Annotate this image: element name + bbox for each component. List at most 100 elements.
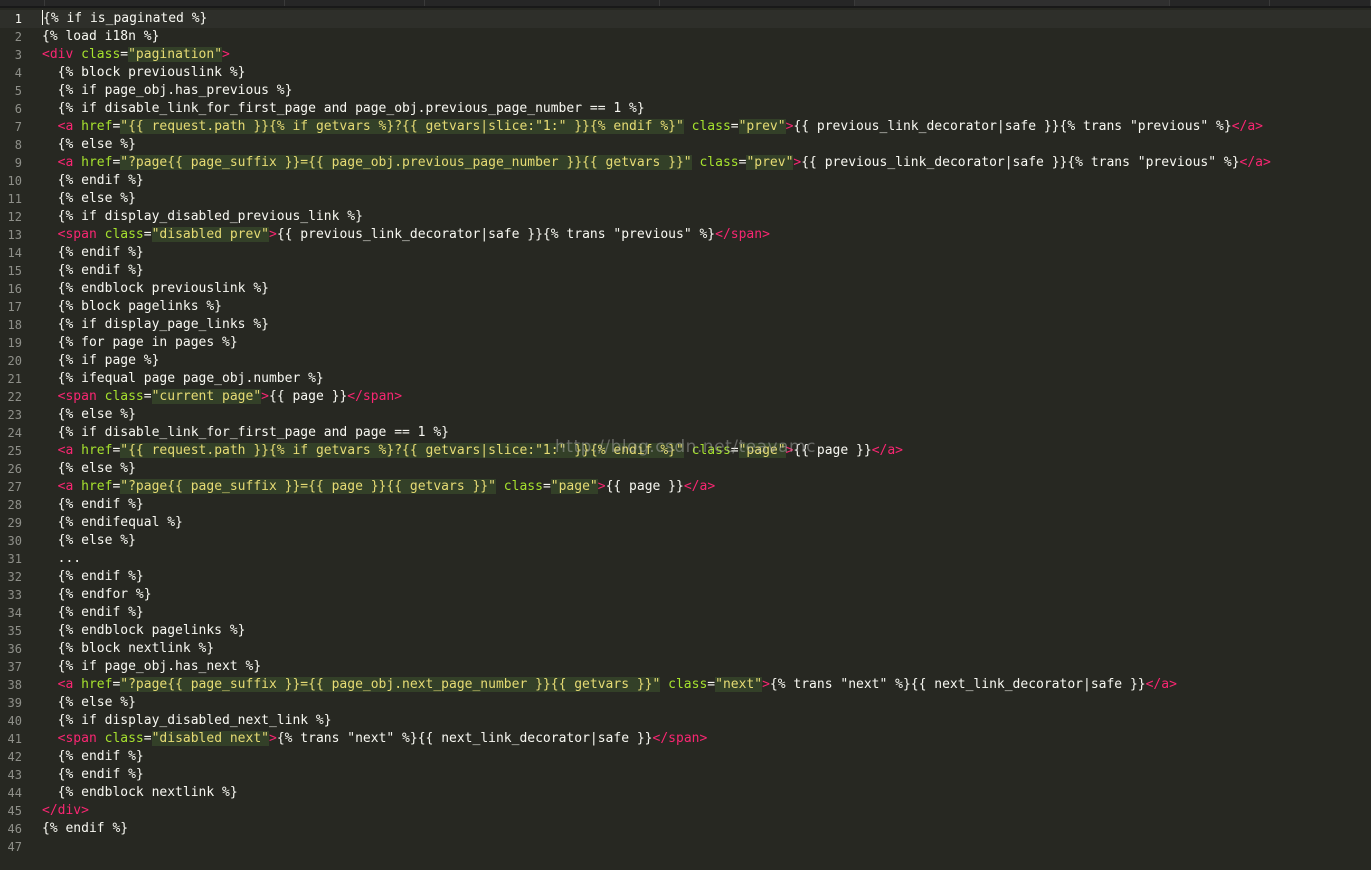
code-line[interactable]: 3 <div class="pagination"> (0, 46, 1371, 64)
code-line[interactable]: 9 <a href="?page{{ page_suffix }}={{ pag… (0, 154, 1371, 172)
code-content: {% if disable_link_for_first_page and pa… (42, 424, 449, 442)
code-line[interactable]: 30 {% else %} (0, 532, 1371, 550)
line-number: 33 (7, 588, 22, 602)
code-content: <a href = "{{ request.path }}{% if getvars… (42, 442, 903, 460)
code-line[interactable]: 37 {% if page_obj.has_next %} (0, 658, 1371, 676)
code-line[interactable]: 38 <a href = "?page{{ page_suffix }}={{ pa… (0, 676, 1371, 694)
html-tag-token: > (762, 677, 770, 692)
html-tag-token: </a> (1145, 677, 1177, 692)
string-token: "?page{{ page_suffix }}={{ page_obj.prev… (120, 155, 692, 170)
code-line[interactable]: 13 <span class="disabled prev">{{ previo… (0, 226, 1371, 244)
code-text: {% else %} (42, 533, 136, 548)
code-text: {% endif %} (42, 263, 144, 278)
code-content: <span class="disabled next">{% trans "ne… (42, 730, 707, 748)
code-line[interactable]: 44 {% endblock nextlink %} (0, 784, 1371, 802)
code-line[interactable]: 22 <span class="current page">{{ page }}… (0, 388, 1371, 406)
code-line[interactable]: 26 {% else %} (0, 460, 1371, 478)
code-line[interactable]: 4 {% block previouslink %} (0, 64, 1371, 82)
code-text: {% endfor %} (42, 587, 152, 602)
string-token: "next" (715, 677, 763, 692)
code-content: <a href = "?page{{ page_suffix }}={{ page … (42, 478, 715, 496)
string-token: "{{ request.path }}{% if getvars %}?{{ g… (120, 443, 684, 458)
line-number: 28 (7, 498, 22, 512)
code-text: {% endif %} (42, 605, 144, 620)
code-line[interactable]: 1 {% if is_paginated %} (0, 10, 1371, 28)
code-line[interactable]: 21 {% ifequal page page_obj.number %} (0, 370, 1371, 388)
code-line[interactable]: 11 {% else %} (0, 190, 1371, 208)
html-tag-token: <span (57, 731, 97, 746)
code-line[interactable]: 15 {% endif %} (0, 262, 1371, 280)
tab-active[interactable] (855, 0, 1170, 6)
code-line[interactable]: 33 {% endfor %} (0, 586, 1371, 604)
code-editor[interactable]: 1 {% if is_paginated %} 2 {% load i18n %} 3 <… (0, 10, 1371, 870)
string-token: "page" (550, 479, 598, 494)
code-line[interactable]: 17 {% block pagelinks %} (0, 298, 1371, 316)
code-text: = (143, 389, 152, 404)
code-line[interactable]: 23 {% else %} (0, 406, 1371, 424)
line-number: 25 (7, 444, 22, 458)
code-line[interactable]: 8 {% else %} (0, 136, 1371, 154)
code-line[interactable]: 46 {% endif %} (0, 820, 1371, 838)
tab[interactable] (1170, 0, 1270, 6)
code-line[interactable]: 39 {% else %} (0, 694, 1371, 712)
code-line[interactable]: 34 {% endif %} (0, 604, 1371, 622)
code-line[interactable]: 29 {% endifequal %} (0, 514, 1371, 532)
code-line[interactable]: 45 </div> (0, 802, 1371, 820)
tab[interactable] (660, 0, 855, 6)
line-number: 44 (7, 786, 22, 800)
tab[interactable] (285, 0, 425, 6)
tab[interactable] (0, 0, 45, 6)
code-content: {% if disable_link_for_first_page and pa… (42, 100, 645, 118)
code-line[interactable]: 41 <span class="disabled next">{% trans … (0, 730, 1371, 748)
code-content: {% endifequal %} (42, 514, 183, 532)
code-line[interactable]: 27 <a href = "?page{{ page_suffix }}={{ pa… (0, 478, 1371, 496)
code-line[interactable]: 6 {% if disable_link_for_first_page and … (0, 100, 1371, 118)
code-line[interactable]: 28 {% endif %} (0, 496, 1371, 514)
code-text: {% if disable_link_for_first_page and pa… (42, 425, 449, 440)
code-text: = (730, 443, 739, 458)
code-line[interactable]: 18 {% if display_page_links %} (0, 316, 1371, 334)
code-line[interactable]: 19 {% for page in pages %} (0, 334, 1371, 352)
code-line[interactable]: 16 {% endblock previouslink %} (0, 280, 1371, 298)
code-content: {% else %} (42, 190, 136, 208)
attribute-token: class (81, 47, 121, 62)
html-tag-token: </a> (1239, 155, 1271, 170)
code-line[interactable]: 7 <a href = "{{ request.path }}{% if getva… (0, 118, 1371, 136)
code-line[interactable]: 47 (0, 838, 1371, 856)
code-line[interactable]: 14 {% endif %} (0, 244, 1371, 262)
code-line[interactable]: 43 {% endif %} (0, 766, 1371, 784)
code-content: <div class="pagination"> (42, 46, 230, 64)
code-line[interactable]: 35 {% endblock pagelinks %} (0, 622, 1371, 640)
code-line[interactable]: 42 {% endif %} (0, 748, 1371, 766)
code-line[interactable]: 10 {% endif %} (0, 172, 1371, 190)
line-number: 36 (7, 642, 22, 656)
html-tag-token: <span (57, 389, 97, 404)
code-line[interactable]: 20 {% if page %} (0, 352, 1371, 370)
code-line[interactable]: 25 <a href = "{{ request.path }}{% if getv… (0, 442, 1371, 460)
code-line[interactable]: 12 {% if display_disabled_previous_link … (0, 208, 1371, 226)
code-content: {% if page_obj.has_next %} (42, 658, 262, 676)
code-line[interactable]: 40 {% if display_disabled_next_link %} (0, 712, 1371, 730)
line-number: 46 (7, 822, 22, 836)
tab[interactable] (45, 0, 285, 6)
code-line[interactable]: 32 {% endif %} (0, 568, 1371, 586)
tab[interactable] (1270, 0, 1371, 6)
tab[interactable] (425, 0, 660, 6)
code-line[interactable]: 31 ... (0, 550, 1371, 568)
string-token: "?page{{ page_suffix }}={{ page_obj.next… (120, 677, 661, 692)
string-token: "current page" (151, 389, 262, 404)
html-tag-token: > (261, 389, 269, 404)
line-number: 45 (7, 804, 22, 818)
code-line[interactable]: 2 {% load i18n %} (0, 28, 1371, 46)
code-line[interactable]: 24 {% if disable_link_for_first_page and… (0, 424, 1371, 442)
code-text: {% if display_page_links %} (42, 317, 269, 332)
code-line[interactable]: 36 {% block nextlink %} (0, 640, 1371, 658)
code-content: {% else %} (42, 694, 136, 712)
code-text: {% trans "next" %}{{ next_link_decorator… (769, 677, 1146, 692)
code-line[interactable]: 5 {% if page_obj.has_previous %} (0, 82, 1371, 100)
